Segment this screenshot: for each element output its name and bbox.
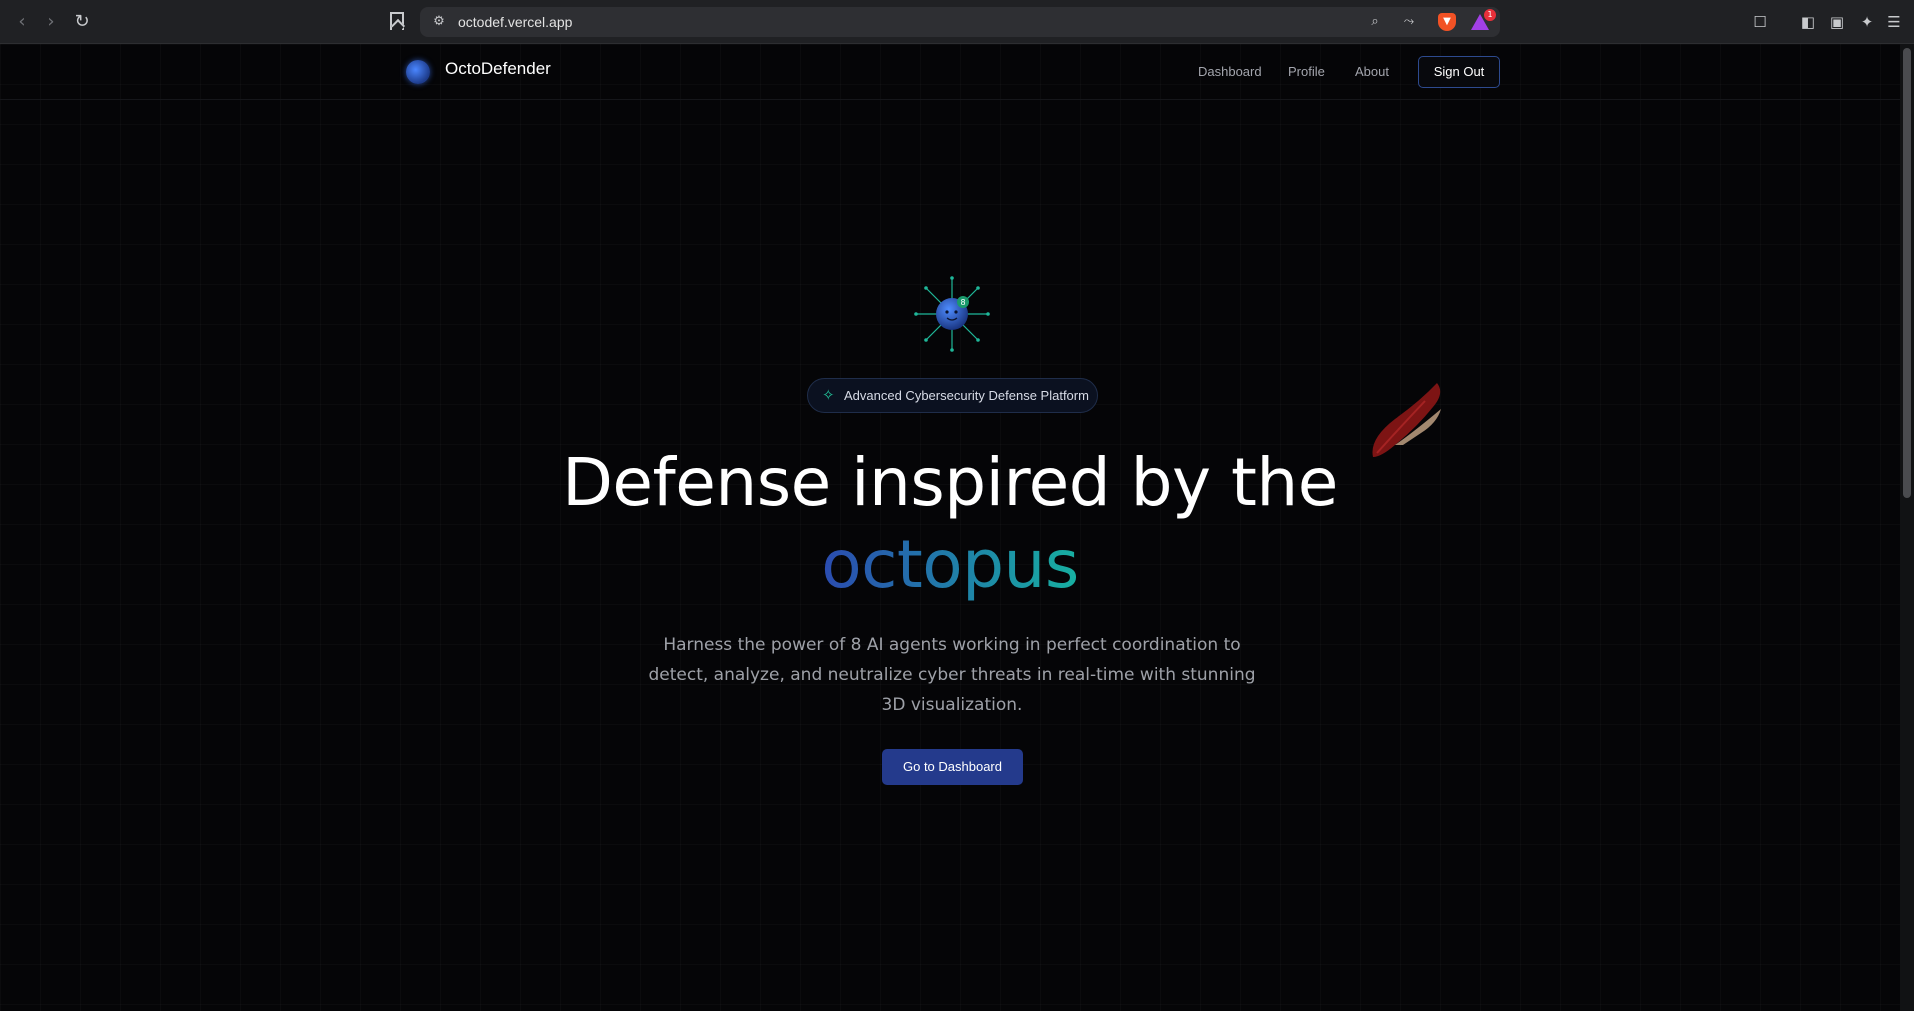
brave-rewards-icon[interactable]: 1	[1470, 9, 1496, 32]
octo-agent-count: 8	[960, 298, 965, 307]
site-settings-icon[interactable]: ⚙	[430, 13, 448, 31]
zoom-icon[interactable]: ⌕	[1366, 13, 1384, 31]
leo-ai-icon[interactable]: ✦	[1857, 12, 1877, 32]
hero-subtitle: Harness the power of 8 AI agents working…	[648, 635, 1256, 715]
octopus-mascot-icon: 8	[914, 276, 990, 352]
hero-title-line1: Defense inspired by the	[562, 444, 1338, 521]
back-arrow-icon[interactable]: ‹	[11, 11, 33, 33]
page: OctoDefender Dashboard Profile About Sig…	[0, 44, 1900, 1011]
nav-link-dashboard[interactable]: Dashboard	[1198, 64, 1262, 79]
brand-name[interactable]: OctoDefender	[445, 59, 551, 79]
tab-search-icon[interactable]: ☐	[1750, 12, 1770, 32]
brave-shields-icon[interactable]: ▼	[1438, 13, 1456, 31]
page-scrollbar[interactable]	[1900, 44, 1914, 1011]
sparkle-icon: ✧	[822, 387, 835, 404]
address-bar[interactable]: ⚙ octodef.vercel.app ⌕ ⤳ ▼ 1	[420, 7, 1500, 37]
badge-text: Advanced Cybersecurity Defense Platform	[844, 388, 1089, 403]
sidebar-icon[interactable]: ◧	[1798, 12, 1818, 32]
octodefender-logo-icon[interactable]	[406, 60, 430, 84]
scrollbar-thumb[interactable]	[1903, 48, 1911, 498]
hero-title-line2: octopus	[0, 526, 1900, 603]
url-text[interactable]: octodef.vercel.app	[458, 7, 572, 37]
menu-icon[interactable]: ☰	[1884, 12, 1904, 32]
hero-title-highlight: octopus	[821, 526, 1079, 603]
forward-arrow-icon[interactable]: ›	[40, 11, 62, 33]
rewards-count: 1	[1484, 9, 1496, 21]
browser-toolbar: ‹ › ↻ ⚙ octodef.vercel.app ⌕ ⤳ ▼ 1 ☐ ◧ ▣…	[0, 0, 1914, 44]
sign-out-button[interactable]: Sign Out	[1418, 56, 1500, 88]
platform-badge: ✧ Advanced Cybersecurity Defense Platfor…	[807, 378, 1098, 413]
decorative-3d-ribbon-icon	[1372, 383, 1441, 457]
site-header: OctoDefender Dashboard Profile About Sig…	[0, 44, 1900, 100]
reload-icon[interactable]: ↻	[71, 11, 93, 33]
share-icon[interactable]: ⤳	[1400, 13, 1418, 31]
nav-link-profile[interactable]: Profile	[1288, 64, 1325, 79]
bookmark-icon[interactable]	[390, 12, 404, 30]
nav-link-about[interactable]: About	[1355, 64, 1389, 79]
wallet-icon[interactable]: ▣	[1827, 12, 1847, 32]
go-to-dashboard-button[interactable]: Go to Dashboard	[882, 749, 1023, 785]
